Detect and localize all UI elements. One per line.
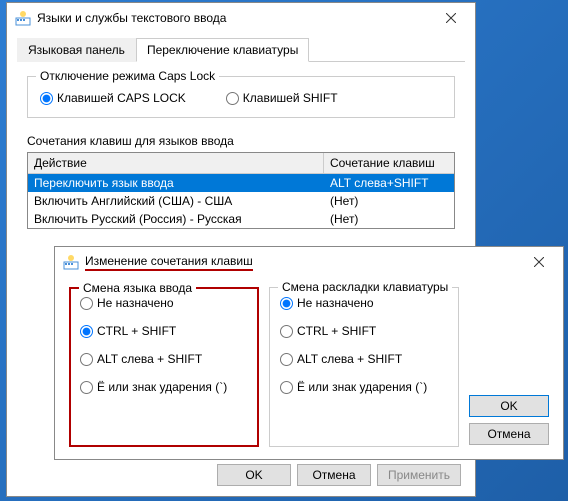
modal-cancel-button[interactable]: Отмена	[469, 423, 549, 445]
close-icon	[446, 13, 456, 23]
window-title: Языки и службы текстового ввода	[37, 11, 431, 25]
row-action: Переключить язык ввода	[28, 175, 324, 191]
input-lang-column: Смена языка ввода Не назначено CTRL + SH…	[69, 287, 259, 447]
col-header-action[interactable]: Действие	[28, 153, 324, 173]
capslock-radio-capslock[interactable]: Клавишей CAPS LOCK	[40, 91, 186, 105]
layout-column: Смена раскладки клавиатуры Не назначено …	[269, 287, 459, 447]
layout-legend: Смена раскладки клавиатуры	[278, 280, 452, 294]
modal-close-button[interactable]	[519, 250, 559, 274]
close-button[interactable]	[431, 6, 471, 30]
modal-window: Изменение сочетания клавиш Смена языка в…	[54, 246, 564, 460]
lang-radio-grave[interactable]: Ё или знак ударения (`)	[80, 380, 248, 394]
apply-button[interactable]: Применить	[377, 464, 461, 486]
close-icon	[534, 257, 544, 267]
input-lang-legend: Смена языка ввода	[79, 281, 196, 295]
tab-strip: Языковая панель Переключение клавиатуры	[17, 37, 465, 62]
lang-radio-ctrl-shift[interactable]: CTRL + SHIFT	[80, 324, 248, 338]
modal-titlebar: Изменение сочетания клавиш	[55, 247, 563, 277]
layout-radio-ctrl-shift[interactable]: CTRL + SHIFT	[280, 324, 448, 338]
layout-fieldset: Смена раскладки клавиатуры Не назначено …	[269, 287, 459, 447]
layout-radio-none[interactable]: Не назначено	[280, 296, 448, 310]
cancel-button[interactable]: Отмена	[297, 464, 371, 486]
layout-radio-alt-shift[interactable]: ALT слева + SHIFT	[280, 352, 448, 366]
capslock-radio-shift[interactable]: Клавишей SHIFT	[226, 91, 338, 105]
row-shortcut: ALT слева+SHIFT	[324, 175, 454, 191]
layout-radio-grave[interactable]: Ё или знак ударения (`)	[280, 380, 448, 394]
modal-ok-button[interactable]: OK	[469, 395, 549, 417]
capslock-radio-label-2: Клавишей SHIFT	[243, 91, 338, 105]
row-shortcut: (Нет)	[324, 211, 454, 227]
shortcuts-list: Действие Сочетание клавиш Переключить яз…	[27, 152, 455, 229]
capslock-radio-input-1[interactable]	[40, 92, 53, 105]
list-row[interactable]: Включить Английский (США) - США (Нет)	[28, 192, 454, 210]
shortcuts-label: Сочетания клавиш для языков ввода	[27, 134, 455, 148]
lang-radio-none[interactable]: Не назначено	[80, 296, 248, 310]
modal-body: Смена языка ввода Не назначено CTRL + SH…	[55, 277, 563, 457]
col-header-shortcut[interactable]: Сочетание клавиш	[324, 153, 454, 173]
list-header: Действие Сочетание клавиш	[28, 153, 454, 174]
row-action: Включить Английский (США) - США	[28, 193, 324, 209]
tab-language-panel[interactable]: Языковая панель	[17, 38, 136, 62]
dialog-buttons: OK Отмена Применить	[217, 464, 461, 486]
titlebar: Языки и службы текстового ввода	[7, 3, 475, 33]
tab-keyboard-switching[interactable]: Переключение клавиатуры	[136, 38, 309, 62]
capslock-fieldset: Отключение режима Caps Lock Клавишей CAP…	[27, 76, 455, 118]
input-lang-fieldset: Смена языка ввода Не назначено CTRL + SH…	[69, 287, 259, 447]
capslock-legend: Отключение режима Caps Lock	[36, 69, 219, 83]
capslock-radio-input-2[interactable]	[226, 92, 239, 105]
list-row[interactable]: Включить Русский (Россия) - Русская (Нет…	[28, 210, 454, 228]
ok-button[interactable]: OK	[217, 464, 291, 486]
row-action: Включить Русский (Россия) - Русская	[28, 211, 324, 227]
modal-actions: OK Отмена	[469, 287, 549, 447]
app-icon	[63, 254, 79, 270]
app-icon	[15, 10, 31, 26]
lang-radio-alt-shift[interactable]: ALT слева + SHIFT	[80, 352, 248, 366]
list-row[interactable]: Переключить язык ввода ALT слева+SHIFT	[28, 174, 454, 192]
row-shortcut: (Нет)	[324, 193, 454, 209]
modal-title: Изменение сочетания клавиш	[85, 254, 519, 271]
capslock-radio-label-1: Клавишей CAPS LOCK	[57, 91, 186, 105]
